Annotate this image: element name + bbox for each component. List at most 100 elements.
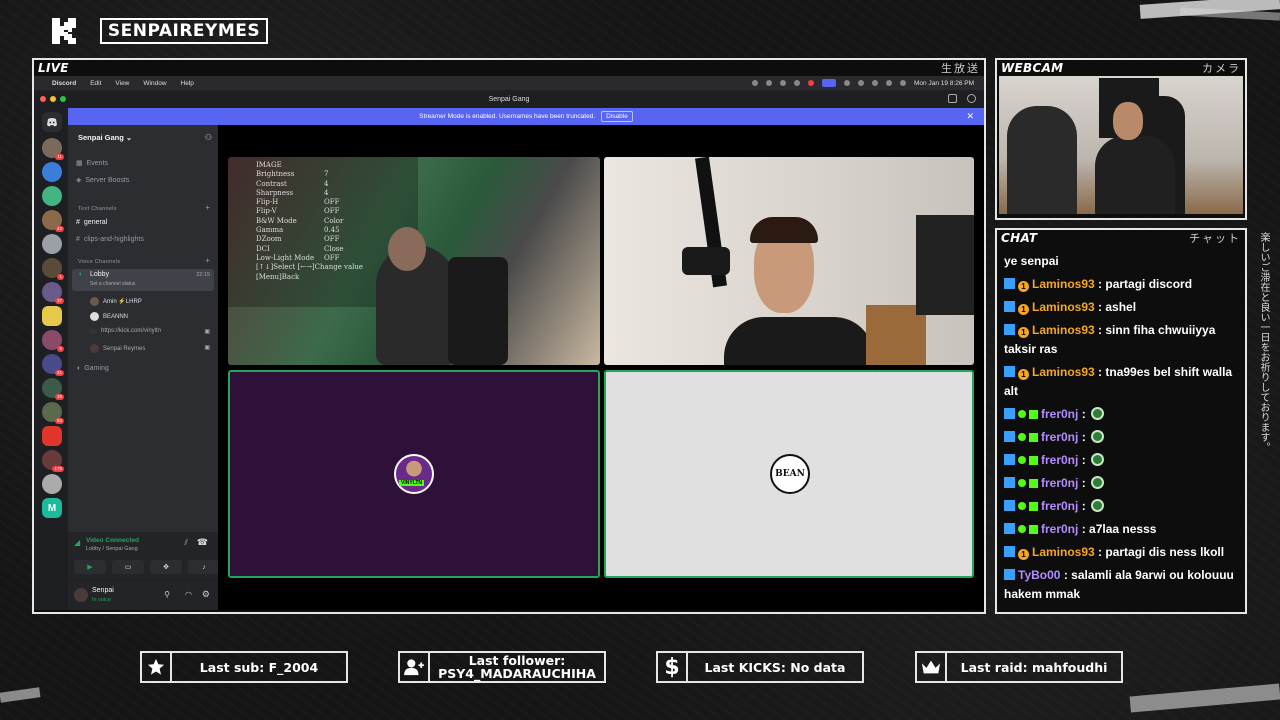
- settings-gear-icon[interactable]: ⚙: [202, 589, 210, 600]
- video-tile[interactable]: [604, 157, 974, 365]
- close-window-icon[interactable]: [40, 96, 46, 102]
- chat-username[interactable]: frer0nj: [1041, 476, 1078, 490]
- menu-edit[interactable]: Edit: [90, 80, 101, 87]
- chat-username[interactable]: Laminos93: [1032, 277, 1095, 291]
- avatar: VINYLTN: [394, 454, 434, 494]
- server-icon[interactable]: 21: [42, 354, 64, 376]
- set-channel-status[interactable]: Set a channel status: [90, 281, 135, 287]
- menu-app[interactable]: Discord: [52, 80, 76, 87]
- voice-user[interactable]: Senpai Reymes: [90, 344, 145, 353]
- server-icon[interactable]: [42, 426, 62, 446]
- status-icon[interactable]: [844, 80, 851, 86]
- chat-text: ye senpai: [1004, 254, 1059, 268]
- chat-message: 1 Laminos93 : partagi dis ness lkoll: [1004, 543, 1224, 562]
- video-tile-avatar[interactable]: BEAN: [604, 370, 974, 578]
- activities-icon[interactable]: ✥: [150, 560, 182, 574]
- avatar[interactable]: [74, 588, 88, 602]
- menubar-clock[interactable]: Mon Jan 19 8:26 PM: [914, 80, 974, 87]
- voice-user[interactable]: BEANNN: [90, 312, 128, 321]
- video-tile-avatar[interactable]: VINYLTN: [228, 370, 600, 578]
- server-icon[interactable]: 175: [42, 450, 64, 472]
- headphones-icon[interactable]: ◠: [185, 590, 192, 599]
- server-icon[interactable]: [42, 306, 62, 326]
- last-raid-box: Last raid: mahfoudhi: [915, 651, 1123, 683]
- menu-window[interactable]: Window: [143, 80, 166, 87]
- osd-row: Flip-H OFF: [256, 198, 418, 207]
- osd-key: Low-Light Mode: [256, 253, 315, 262]
- invite-icon[interactable]: ⚇: [205, 133, 212, 142]
- osd-key: Brightness: [256, 170, 295, 179]
- screen-share-icon[interactable]: [822, 79, 837, 87]
- noise-suppression-icon[interactable]: ⫽: [184, 538, 188, 548]
- maximize-window-icon[interactable]: [60, 96, 66, 102]
- disable-streamer-mode-button[interactable]: Disable: [601, 111, 633, 122]
- screen-share-icon[interactable]: ▭: [112, 560, 144, 574]
- chat-username[interactable]: frer0nj: [1041, 499, 1078, 513]
- chat-username[interactable]: frer0nj: [1041, 407, 1078, 421]
- server-icon[interactable]: [42, 474, 62, 494]
- add-channel-icon[interactable]: +: [205, 203, 210, 212]
- chat-username[interactable]: frer0nj: [1041, 430, 1078, 444]
- camera-toggle-icon[interactable]: ▶: [74, 560, 106, 574]
- server-icon[interactable]: 19: [42, 378, 64, 400]
- microphone-icon[interactable]: ⚲: [164, 590, 170, 599]
- help-icon[interactable]: [967, 94, 976, 103]
- kick-badge-icon: [1004, 431, 1015, 442]
- server-icon[interactable]: [42, 186, 62, 206]
- voice-user[interactable]: https://kick.com/vinyltn: [90, 328, 161, 334]
- osd-key: Flip-H: [256, 198, 279, 207]
- server-icon[interactable]: [42, 234, 62, 254]
- last-follower-box: Last follower: PSY4_MADARAUCHIHA: [398, 651, 606, 683]
- server-icon[interactable]: 1: [42, 258, 64, 280]
- kick-badge-icon: [1004, 569, 1015, 580]
- channel-gaming[interactable]: ◖ Gaming: [76, 365, 109, 372]
- events-item[interactable]: ▦ Events: [76, 159, 108, 168]
- server-name[interactable]: Senpai Gang ⌄: [78, 133, 132, 142]
- menu-view[interactable]: View: [115, 80, 129, 87]
- server-icon[interactable]: [42, 162, 62, 182]
- lobby-channel[interactable]: ◖ Lobby 22:15 Set a channel status: [72, 269, 214, 291]
- discord-home-icon[interactable]: [42, 112, 62, 132]
- menu-help[interactable]: Help: [181, 80, 194, 87]
- battery-icon[interactable]: [886, 80, 893, 86]
- chat-username[interactable]: frer0nj: [1041, 522, 1078, 536]
- voice-category[interactable]: Voice Channels: [78, 259, 120, 265]
- chat-username[interactable]: Laminos93: [1032, 545, 1095, 559]
- disconnect-icon[interactable]: ☎: [197, 537, 208, 548]
- server-icon[interactable]: 11: [42, 138, 64, 160]
- wifi-icon[interactable]: [872, 80, 879, 86]
- chat-username[interactable]: Laminos93: [1032, 323, 1095, 337]
- inbox-icon[interactable]: [948, 94, 957, 103]
- server-icon[interactable]: 5: [42, 330, 64, 352]
- status-icon[interactable]: [766, 80, 773, 86]
- server-icon[interactable]: M: [42, 498, 62, 518]
- video-tile[interactable]: IMAGE Brightness 7 Contrast 4 Sharpness 4 Flip…: [228, 157, 600, 365]
- minimize-window-icon[interactable]: [50, 96, 56, 102]
- chat-message: frer0nj :: [1004, 405, 1104, 424]
- chat-username[interactable]: frer0nj: [1041, 453, 1078, 467]
- voice-connected-subtitle[interactable]: Lobby / Senpai Gang: [86, 546, 138, 552]
- chat-username[interactable]: Laminos93: [1032, 300, 1095, 314]
- chat-username[interactable]: Laminos93: [1032, 365, 1095, 379]
- subscriber-badge-icon: 1: [1018, 304, 1029, 315]
- search-icon[interactable]: [900, 80, 907, 86]
- osd-value: OFF: [324, 253, 340, 262]
- bluetooth-icon[interactable]: [858, 80, 865, 86]
- voice-user[interactable]: Amin ⚡LHRP: [90, 297, 142, 306]
- server-boosts-item[interactable]: ◈ Server Boosts: [76, 176, 129, 185]
- add-channel-icon[interactable]: +: [205, 256, 210, 265]
- server-icon[interactable]: 37: [42, 282, 64, 304]
- channel-general[interactable]: # general: [76, 219, 107, 226]
- status-icon[interactable]: [780, 80, 787, 86]
- server-icon[interactable]: 42: [42, 210, 64, 232]
- osd-row: Sharpness 4: [256, 189, 418, 198]
- record-icon[interactable]: [808, 80, 815, 86]
- chat-username[interactable]: TyBo00: [1018, 568, 1060, 582]
- text-category[interactable]: Text Channels: [78, 206, 117, 212]
- status-icon[interactable]: [794, 80, 801, 86]
- soundboard-icon[interactable]: ♪: [188, 560, 220, 574]
- close-icon[interactable]: ✕: [966, 111, 974, 122]
- channel-clips[interactable]: # clips-and-highlights: [76, 236, 144, 243]
- status-icon[interactable]: [752, 80, 759, 86]
- server-icon[interactable]: 83: [42, 402, 64, 424]
